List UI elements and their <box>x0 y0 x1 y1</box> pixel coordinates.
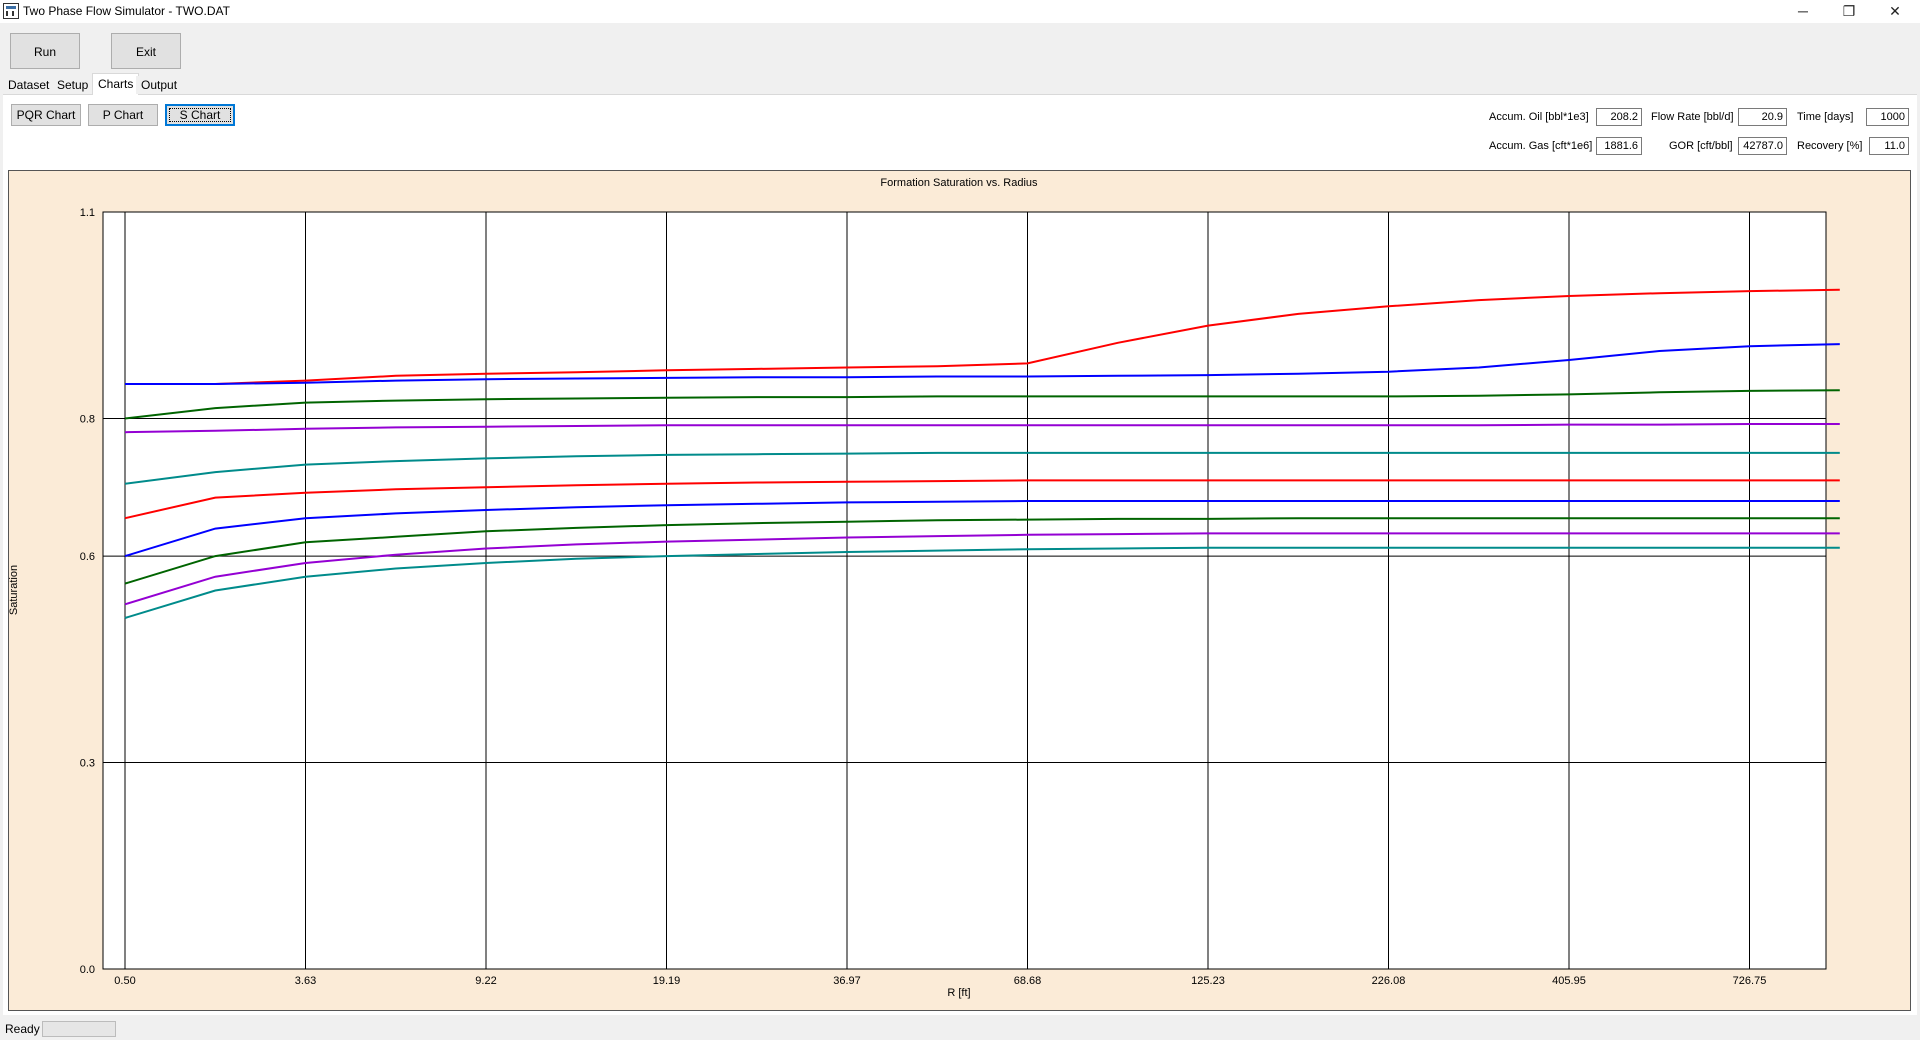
time-label: Time [days] <box>1797 111 1854 123</box>
x-tick-label: 3.63 <box>295 975 316 987</box>
title-bar: Two Phase Flow Simulator - TWO.DAT ─ ❐ ✕ <box>0 0 1920 23</box>
s-chart-button[interactable]: S Chart <box>165 104 235 126</box>
tab-output[interactable]: Output <box>136 76 183 94</box>
tab-setup[interactable]: Setup <box>52 76 94 94</box>
close-button[interactable]: ✕ <box>1872 0 1918 23</box>
x-tick-label: 19.19 <box>653 975 681 987</box>
y-tick-label: 0.0 <box>80 964 95 976</box>
x-tick-label: 36.97 <box>833 975 861 987</box>
flow-rate-field[interactable]: 20.9 <box>1738 108 1787 126</box>
x-tick-label: 9.22 <box>475 975 496 987</box>
accum-oil-field[interactable]: 208.2 <box>1596 108 1642 126</box>
saturation-chart: 0.50 3.63 9.22 19.19 36.97 68.68 125.23 226.08 4… <box>8 177 1840 999</box>
x-tick-label: 0.50 <box>114 975 135 987</box>
run-button[interactable]: Run <box>10 33 80 69</box>
x-tick-label: 226.08 <box>1372 975 1406 987</box>
restore-button[interactable]: ❐ <box>1826 0 1872 23</box>
x-tick-label: 68.68 <box>1014 975 1042 987</box>
accum-oil-label: Accum. Oil [bbl*1e3] <box>1489 111 1589 123</box>
pqr-chart-button[interactable]: PQR Chart <box>11 104 81 126</box>
p-chart-button[interactable]: P Chart <box>88 104 158 126</box>
gor-field[interactable]: 42787.0 <box>1738 137 1787 155</box>
x-tick-label: 125.23 <box>1191 975 1225 987</box>
recovery-field[interactable]: 11.0 <box>1869 137 1909 155</box>
status-progress-bar <box>42 1021 116 1037</box>
y-tick-label: 0.3 <box>80 758 95 770</box>
tab-dataset[interactable]: Dataset <box>3 76 55 94</box>
time-field[interactable]: 1000 <box>1866 108 1909 126</box>
status-bar: Ready <box>0 1018 1920 1040</box>
minimize-button[interactable]: ─ <box>1780 0 1826 23</box>
x-tick-label: 405.95 <box>1552 975 1586 987</box>
accum-gas-field[interactable]: 1881.6 <box>1596 137 1642 155</box>
tab-charts[interactable]: Charts <box>92 73 140 95</box>
x-axis-label: R [ft] <box>947 987 970 999</box>
chart-title: Formation Saturation vs. Radius <box>880 177 1038 189</box>
accum-gas-label: Accum. Gas [cft*1e6] <box>1489 140 1593 152</box>
y-tick-label: 1.1 <box>80 207 95 219</box>
recovery-label: Recovery [%] <box>1797 140 1863 152</box>
app-icon <box>3 3 19 19</box>
window-title: Two Phase Flow Simulator - TWO.DAT <box>23 4 230 18</box>
plot-area <box>102 211 1827 970</box>
flow-rate-label: Flow Rate [bbl/d] <box>1651 111 1734 123</box>
y-tick-label: 0.8 <box>80 413 95 425</box>
exit-button[interactable]: Exit <box>111 33 181 69</box>
status-text: Ready <box>5 1022 40 1036</box>
y-axis-label: Saturation <box>8 565 20 615</box>
x-tick-label: 726.75 <box>1733 975 1767 987</box>
gor-label: GOR [cft/bbl] <box>1669 140 1733 152</box>
y-tick-label: 0.6 <box>80 551 95 563</box>
